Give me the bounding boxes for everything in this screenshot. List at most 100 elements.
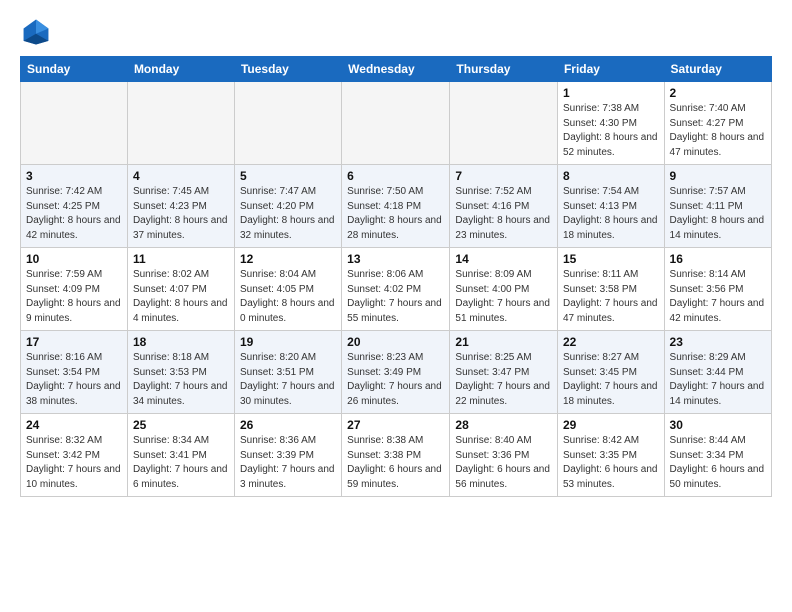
day-info: Sunrise: 8:06 AM Sunset: 4:02 PM Dayligh… [347,268,444,326]
calendar-cell: 16 Sunrise: 8:14 AM Sunset: 3:56 PM Dayli… [664,248,771,331]
calendar-cell: 7 Sunrise: 7:52 AM Sunset: 4:16 PM Daylig… [450,165,558,248]
calendar-cell: 4 Sunrise: 7:45 AM Sunset: 4:23 PM Daylig… [127,165,234,248]
day-number: 29 [563,418,659,432]
day-info: Sunrise: 8:36 AM Sunset: 3:39 PM Dayligh… [240,434,336,492]
calendar-cell: 24Sunrise: 8:32 AM Sunset: 3:42 PM Dayli… [21,414,128,497]
weekday-header-wednesday: Wednesday [342,57,450,82]
day-info: Sunrise: 8:27 AM Sunset: 3:45 PM Dayligh… [563,351,659,409]
logo [20,16,56,48]
day-number: 17 [26,335,122,349]
day-info: Sunrise: 8:18 AM Sunset: 3:53 PM Dayligh… [133,351,229,409]
weekday-header-saturday: Saturday [664,57,771,82]
calendar-cell [127,82,234,165]
calendar-cell: 6Sunrise: 7:50 AM Sunset: 4:18 PM Daylig… [342,165,450,248]
weekday-header-row: SundayMondayTuesdayWednesdayThursdayFrid… [21,57,772,82]
day-info: Sunrise: 7:38 AM Sunset: 4:30 PM Dayligh… [563,102,659,160]
calendar-cell: 12 Sunrise: 8:04 AM Sunset: 4:05 PM Dayli… [234,248,341,331]
day-number: 8 [563,169,659,183]
day-info: Sunrise: 8:40 AM Sunset: 3:36 PM Dayligh… [455,434,552,492]
day-number: 20 [347,335,444,349]
weekday-header-friday: Friday [557,57,664,82]
calendar-cell [342,82,450,165]
calendar-cell: 9 Sunrise: 7:57 AM Sunset: 4:11 PM Daylig… [664,165,771,248]
day-info: Sunrise: 8:16 AM Sunset: 3:54 PM Dayligh… [26,351,122,409]
calendar-table: SundayMondayTuesdayWednesdayThursdayFrid… [20,56,772,497]
page: SundayMondayTuesdayWednesdayThursdayFrid… [0,0,792,513]
day-number: 28 [455,418,552,432]
weekday-header-thursday: Thursday [450,57,558,82]
calendar-cell: 25Sunrise: 8:34 AM Sunset: 3:41 PM Dayli… [127,414,234,497]
day-number: 1 [563,86,659,100]
day-number: 27 [347,418,444,432]
day-number: 13 [347,252,444,266]
day-number: 11 [133,252,229,266]
day-number: 18 [133,335,229,349]
day-number: 9 [670,169,766,183]
day-info: Sunrise: 8:38 AM Sunset: 3:38 PM Dayligh… [347,434,444,492]
day-number: 14 [455,252,552,266]
calendar-cell: 28 Sunrise: 8:40 AM Sunset: 3:36 PM Dayli… [450,414,558,497]
day-number: 7 [455,169,552,183]
calendar-cell: 21Sunrise: 8:25 AM Sunset: 3:47 PM Dayli… [450,331,558,414]
calendar-cell [234,82,341,165]
day-info: Sunrise: 7:52 AM Sunset: 4:16 PM Dayligh… [455,185,552,243]
day-number: 12 [240,252,336,266]
logo-icon [20,16,52,48]
calendar-cell: 27 Sunrise: 8:38 AM Sunset: 3:38 PM Dayli… [342,414,450,497]
day-info: Sunrise: 7:47 AM Sunset: 4:20 PM Dayligh… [240,185,336,243]
calendar-week-row: 3Sunrise: 7:42 AM Sunset: 4:25 PM Daylig… [21,165,772,248]
calendar-week-row: 10 Sunrise: 7:59 AM Sunset: 4:09 PM Dayli… [21,248,772,331]
calendar-cell: 5 Sunrise: 7:47 AM Sunset: 4:20 PM Daylig… [234,165,341,248]
calendar-cell: 19 Sunrise: 8:20 AM Sunset: 3:51 PM Dayli… [234,331,341,414]
day-number: 10 [26,252,122,266]
day-info: Sunrise: 8:20 AM Sunset: 3:51 PM Dayligh… [240,351,336,409]
day-info: Sunrise: 7:42 AM Sunset: 4:25 PM Dayligh… [26,185,122,243]
weekday-header-sunday: Sunday [21,57,128,82]
day-info: Sunrise: 8:14 AM Sunset: 3:56 PM Dayligh… [670,268,766,326]
calendar-cell: 23 Sunrise: 8:29 AM Sunset: 3:44 PM Dayli… [664,331,771,414]
day-number: 4 [133,169,229,183]
day-number: 15 [563,252,659,266]
day-info: Sunrise: 8:42 AM Sunset: 3:35 PM Dayligh… [563,434,659,492]
day-info: Sunrise: 7:54 AM Sunset: 4:13 PM Dayligh… [563,185,659,243]
day-number: 22 [563,335,659,349]
calendar-week-row: 1 Sunrise: 7:38 AM Sunset: 4:30 PM Daylig… [21,82,772,165]
calendar-cell: 30 Sunrise: 8:44 AM Sunset: 3:34 PM Dayli… [664,414,771,497]
calendar-cell [21,82,128,165]
calendar-cell: 3Sunrise: 7:42 AM Sunset: 4:25 PM Daylig… [21,165,128,248]
calendar-cell: 13 Sunrise: 8:06 AM Sunset: 4:02 PM Dayli… [342,248,450,331]
day-info: Sunrise: 8:29 AM Sunset: 3:44 PM Dayligh… [670,351,766,409]
calendar-cell: 26 Sunrise: 8:36 AM Sunset: 3:39 PM Dayli… [234,414,341,497]
calendar-cell: 1 Sunrise: 7:38 AM Sunset: 4:30 PM Daylig… [557,82,664,165]
calendar-cell: 18 Sunrise: 8:18 AM Sunset: 3:53 PM Dayli… [127,331,234,414]
day-info: Sunrise: 8:44 AM Sunset: 3:34 PM Dayligh… [670,434,766,492]
calendar-cell: 10 Sunrise: 7:59 AM Sunset: 4:09 PM Dayli… [21,248,128,331]
day-info: Sunrise: 7:45 AM Sunset: 4:23 PM Dayligh… [133,185,229,243]
weekday-header-tuesday: Tuesday [234,57,341,82]
header [20,16,772,48]
day-info: Sunrise: 8:09 AM Sunset: 4:00 PM Dayligh… [455,268,552,326]
day-info: Sunrise: 8:11 AM Sunset: 3:58 PM Dayligh… [563,268,659,326]
day-info: Sunrise: 8:25 AM Sunset: 3:47 PM Dayligh… [455,351,552,409]
day-info: Sunrise: 7:57 AM Sunset: 4:11 PM Dayligh… [670,185,766,243]
day-number: 19 [240,335,336,349]
day-info: Sunrise: 7:59 AM Sunset: 4:09 PM Dayligh… [26,268,122,326]
calendar-cell [450,82,558,165]
day-info: Sunrise: 8:23 AM Sunset: 3:49 PM Dayligh… [347,351,444,409]
day-number: 26 [240,418,336,432]
day-number: 30 [670,418,766,432]
calendar-cell: 8 Sunrise: 7:54 AM Sunset: 4:13 PM Daylig… [557,165,664,248]
day-number: 5 [240,169,336,183]
day-number: 16 [670,252,766,266]
day-number: 23 [670,335,766,349]
day-info: Sunrise: 8:02 AM Sunset: 4:07 PM Dayligh… [133,268,229,326]
calendar-cell: 22 Sunrise: 8:27 AM Sunset: 3:45 PM Dayli… [557,331,664,414]
day-info: Sunrise: 8:32 AM Sunset: 3:42 PM Dayligh… [26,434,122,492]
day-number: 2 [670,86,766,100]
day-info: Sunrise: 7:40 AM Sunset: 4:27 PM Dayligh… [670,102,766,160]
calendar-cell: 29 Sunrise: 8:42 AM Sunset: 3:35 PM Dayli… [557,414,664,497]
calendar-cell: 17 Sunrise: 8:16 AM Sunset: 3:54 PM Dayli… [21,331,128,414]
calendar-week-row: 24Sunrise: 8:32 AM Sunset: 3:42 PM Dayli… [21,414,772,497]
day-info: Sunrise: 8:04 AM Sunset: 4:05 PM Dayligh… [240,268,336,326]
day-number: 6 [347,169,444,183]
